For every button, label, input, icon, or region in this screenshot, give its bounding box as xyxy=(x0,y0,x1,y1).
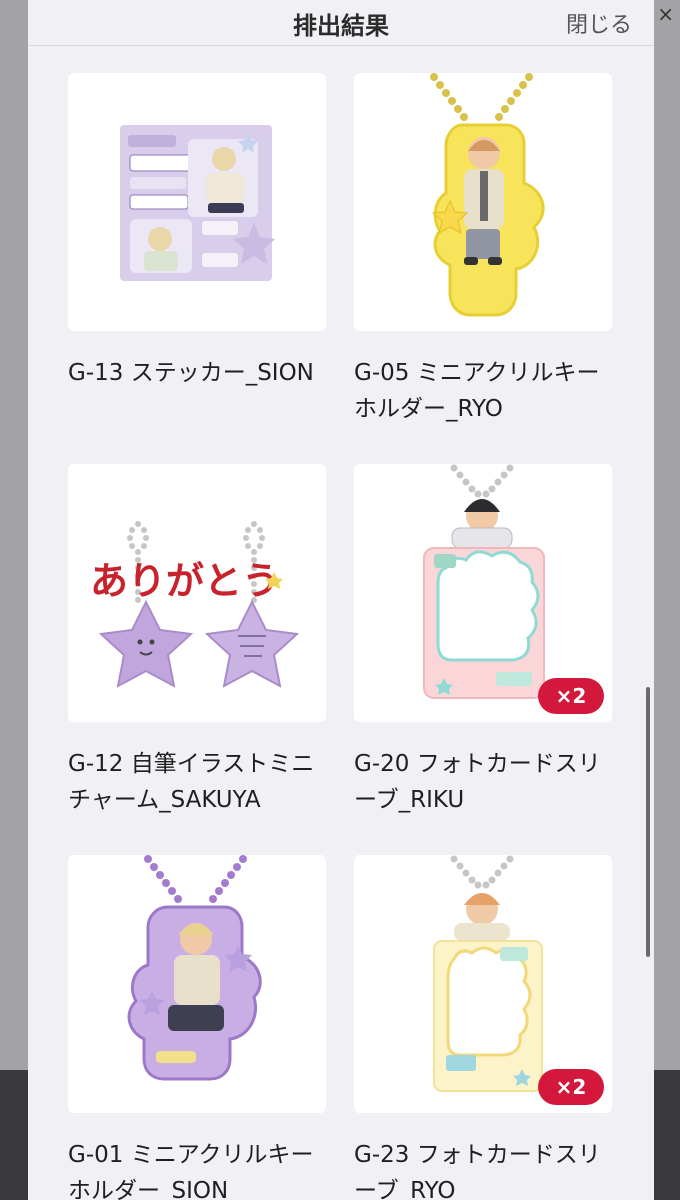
item-name: G-12 自筆イラストミニチャーム_SAKUYA xyxy=(68,751,315,813)
item-name: G-23 フォトカードスリーブ_RYO xyxy=(354,1142,601,1200)
background-close-icon[interactable]: × xyxy=(657,2,674,26)
sticker-sheet-image xyxy=(120,125,275,281)
item-name: G-13 ステッカー_SION xyxy=(68,360,314,386)
item-card[interactable]: ×2 xyxy=(354,464,612,722)
result-item[interactable]: ×2 G-20 フォトカードスリーブ_RIKU xyxy=(354,464,612,855)
scrollbar[interactable] xyxy=(646,687,650,957)
item-card[interactable]: ありがとう xyxy=(68,464,326,722)
quantity-badge: ×2 xyxy=(538,1069,604,1105)
results-grid: G-13 ステッカー_SION G-05 ミニアクリルキーホルダー_RYO あり… xyxy=(68,73,614,1200)
result-item[interactable]: ×2 G-23 フォトカードスリーブ_RYO xyxy=(354,855,612,1200)
background-right-edge xyxy=(654,0,680,1200)
star-charm-image: ありがとう xyxy=(90,521,300,688)
modal-header: 排出結果 閉じる xyxy=(28,0,654,46)
result-item[interactable]: ありがとう G-12 自筆イラストミニチャーム_SAKUYA xyxy=(68,464,326,855)
illustration-text: ありがとう xyxy=(90,559,280,603)
item-name: G-01 ミニアクリルキーホルダー_SION xyxy=(68,1142,314,1200)
result-item[interactable]: G-01 ミニアクリルキーホルダー_SION xyxy=(68,855,326,1200)
item-name: G-05 ミニアクリルキーホルダー_RYO xyxy=(354,360,600,422)
item-card[interactable] xyxy=(68,855,326,1113)
yellow-acrylic-keychain-image xyxy=(430,73,545,317)
result-item[interactable]: G-13 ステッカー_SION xyxy=(68,73,326,464)
close-button[interactable]: 閉じる xyxy=(566,7,632,39)
quantity-badge: ×2 xyxy=(538,678,604,714)
background-left-edge xyxy=(0,0,28,1200)
result-item[interactable]: G-05 ミニアクリルキーホルダー_RYO xyxy=(354,73,612,464)
item-card[interactable] xyxy=(68,73,326,331)
item-card[interactable]: ×2 xyxy=(354,855,612,1113)
result-modal: 排出結果 閉じる G-13 ステッカー_SION G-05 ミニアクリルキーホル… xyxy=(28,0,654,1200)
item-card[interactable] xyxy=(354,73,612,331)
item-name: G-20 フォトカードスリーブ_RIKU xyxy=(354,751,601,813)
results-scroll-area[interactable]: G-13 ステッカー_SION G-05 ミニアクリルキーホルダー_RYO あり… xyxy=(28,47,654,1200)
modal-title: 排出結果 xyxy=(293,12,389,40)
purple-acrylic-keychain-image xyxy=(127,855,262,1081)
